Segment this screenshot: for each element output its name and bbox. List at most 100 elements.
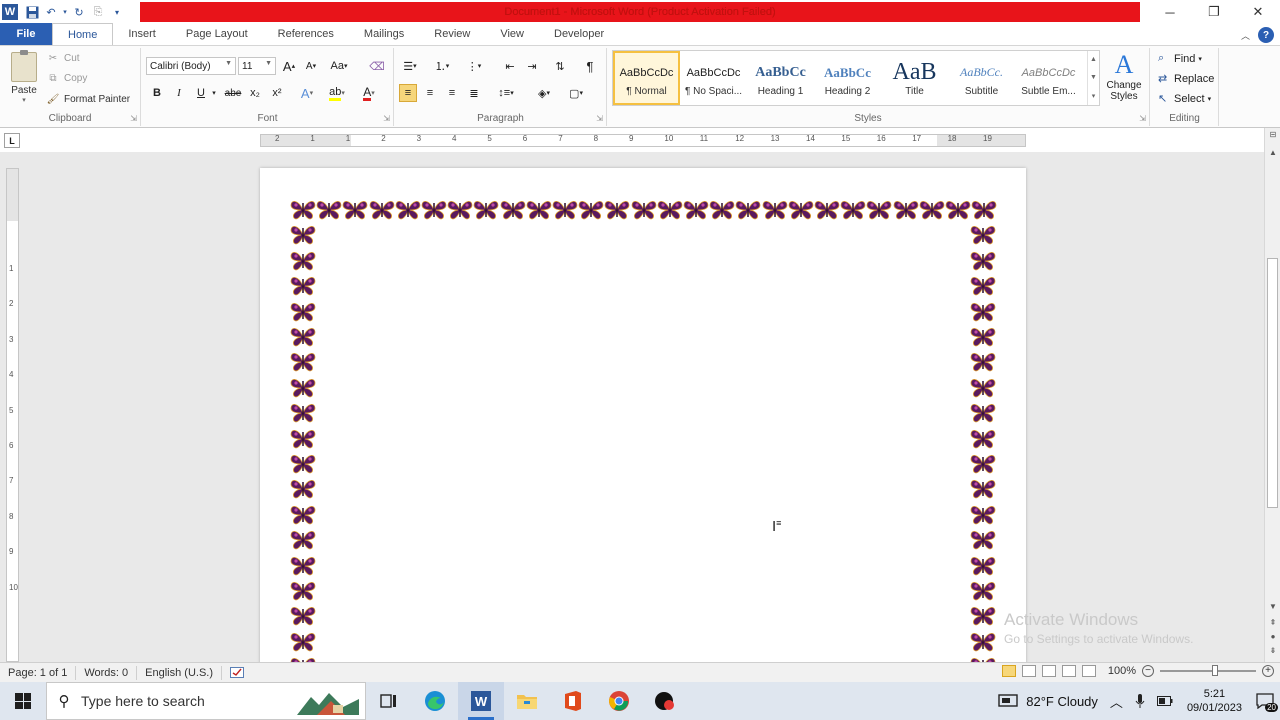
vertical-scrollbar[interactable]: ⊟ ▲ ▼ ⇞ ● ⇟ [1264, 128, 1280, 662]
style-normal[interactable]: AaBbCcDc ¶ Normal [613, 51, 680, 105]
select-button[interactable]: ↖ Select ▾ [1158, 92, 1211, 106]
underline-dropdown-icon[interactable]: ▾ [210, 84, 218, 102]
zoom-slider-thumb[interactable] [1212, 665, 1218, 676]
undo-dropdown-icon[interactable]: ▾ [62, 4, 68, 20]
edge-browser-icon[interactable] [412, 682, 458, 720]
scroll-down-icon[interactable]: ▼ [1265, 602, 1280, 611]
tab-view[interactable]: View [485, 23, 539, 45]
tab-file[interactable]: File [0, 23, 52, 45]
tab-page-layout[interactable]: Page Layout [171, 23, 263, 45]
change-styles-button[interactable]: A Change Styles [1103, 50, 1145, 106]
styles-launcher-icon[interactable]: ⇲ [1139, 114, 1146, 123]
word-taskbar-icon[interactable]: W [458, 682, 504, 720]
shrink-font-button[interactable]: A ▾ [302, 57, 320, 75]
tab-stop-selector[interactable]: L [4, 133, 20, 148]
scroll-up-icon[interactable]: ▲ [1265, 148, 1280, 157]
find-button[interactable]: ⌕ Find ▾ [1158, 52, 1202, 65]
highlight-color-icon[interactable]: ab ▾ [328, 84, 346, 102]
cut-button[interactable]: ✂ Cut [46, 53, 80, 64]
styles-gallery-scroll[interactable]: ▲ ▼ ▾ [1087, 51, 1099, 105]
close-button[interactable]: ✕ [1236, 0, 1280, 24]
page-count[interactable]: Page: 1 of 1 [0, 665, 77, 680]
style-title[interactable]: AaB Title [881, 51, 948, 105]
print-layout-view-icon[interactable] [1001, 665, 1016, 677]
align-right-icon[interactable]: ≡ [443, 84, 461, 102]
justify-icon[interactable]: ≣ [465, 84, 483, 102]
subscript-button[interactable]: x₂ [246, 84, 264, 102]
show-hidden-icons-icon[interactable]: ︿ [1104, 692, 1129, 711]
vertical-ruler[interactable]: 1 2 3 4 5 6 7 8 9 10 [6, 168, 19, 662]
scroll-up-icon[interactable]: ▲ [1090, 56, 1097, 63]
notification-center-icon[interactable]: 20 [1250, 682, 1280, 720]
restore-button[interactable]: ❐ [1192, 0, 1236, 24]
start-button[interactable] [0, 682, 46, 720]
format-painter-button[interactable]: 🖌 Format Painter [46, 94, 131, 105]
paragraph-launcher-icon[interactable]: ⇲ [596, 114, 603, 123]
web-layout-icon[interactable] [1041, 665, 1056, 677]
replace-button[interactable]: ⇄ Replace [1158, 72, 1214, 86]
customize-qat-icon[interactable]: ▾ [109, 4, 125, 20]
italic-button[interactable]: I [170, 84, 188, 102]
copy-button[interactable]: ⧉ Copy [46, 73, 87, 84]
undo-icon[interactable]: ↶ [43, 4, 59, 20]
paste-button[interactable]: Paste ▾ [6, 50, 42, 106]
draft-view-icon[interactable] [1081, 665, 1096, 677]
align-left-icon[interactable]: ≡ [399, 84, 417, 102]
minimize-button[interactable]: ─ [1148, 0, 1192, 24]
taskbar-search-box[interactable]: ⚲ Type here to search [46, 682, 366, 720]
zoom-in-icon[interactable]: + [1262, 665, 1274, 677]
word-count[interactable]: Words: 0 [76, 665, 138, 680]
more-styles-icon[interactable]: ▾ [1092, 92, 1096, 100]
horizontal-ruler[interactable]: 2 1 1 2 3 4 5 6 7 8 9 10 11 12 13 14 15 16 17 18 19 [260, 134, 1026, 147]
font-size-select[interactable]: 11 ▼ [238, 57, 276, 75]
increase-indent-icon[interactable]: ⇥ [523, 57, 541, 75]
minimize-ribbon-icon[interactable]: ︿ [1241, 29, 1250, 42]
tab-developer[interactable]: Developer [539, 23, 619, 45]
text-effects-icon[interactable]: A ▾ [298, 84, 316, 102]
numbering-icon[interactable]: ⒈ ▾ [433, 57, 451, 75]
clear-formatting-icon[interactable]: ⌫ [368, 57, 386, 75]
sort-icon[interactable]: ⇅ [551, 57, 569, 75]
bold-button[interactable]: B [148, 84, 166, 102]
style-subtitle[interactable]: AaBbCc. Subtitle [948, 51, 1015, 105]
clipboard-launcher-icon[interactable]: ⇲ [130, 114, 137, 123]
style-no-spacing[interactable]: AaBbCcDc ¶ No Spaci... [680, 51, 747, 105]
document-page[interactable] [260, 168, 1026, 662]
battery-icon[interactable] [1151, 696, 1179, 706]
language-indicator[interactable]: English (U.S.) [137, 665, 222, 680]
decrease-indent-icon[interactable]: ⇤ [501, 57, 519, 75]
redo-icon[interactable]: ↻ [71, 4, 87, 20]
strikethrough-button[interactable]: abe [224, 84, 242, 102]
microphone-icon[interactable] [1129, 693, 1151, 709]
recorder-app-icon[interactable] [642, 682, 688, 720]
style-heading-2[interactable]: AaBbCc Heading 2 [814, 51, 881, 105]
office-icon[interactable] [550, 682, 596, 720]
previous-page-icon[interactable]: ⇞ [1265, 618, 1280, 627]
tab-references[interactable]: References [263, 23, 349, 45]
tab-home[interactable]: Home [52, 23, 114, 45]
weather-widget[interactable]: 82°F Cloudy [992, 693, 1104, 709]
browse-object-icon[interactable]: ● [1265, 632, 1280, 641]
chrome-browser-icon[interactable] [596, 682, 642, 720]
outline-view-icon[interactable] [1061, 665, 1076, 677]
zoom-level[interactable]: 100% [1108, 665, 1136, 677]
grow-font-button[interactable]: A ▴ [280, 57, 298, 75]
bullets-icon[interactable]: ☰ ▾ [401, 57, 419, 75]
align-center-icon[interactable]: ≡ [421, 84, 439, 102]
next-page-icon[interactable]: ⇟ [1265, 646, 1280, 655]
font-launcher-icon[interactable]: ⇲ [383, 114, 390, 123]
scroll-down-icon[interactable]: ▼ [1090, 74, 1097, 81]
font-name-select[interactable]: Calibri (Body) ▼ [146, 57, 236, 75]
style-subtle-emphasis[interactable]: AaBbCcDc Subtle Em... [1015, 51, 1082, 105]
underline-button[interactable]: U [192, 84, 210, 102]
zoom-out-icon[interactable]: − [1142, 665, 1154, 677]
shading-icon[interactable]: ◈ ▾ [535, 84, 553, 102]
multilevel-list-icon[interactable]: ⋮ ▾ [465, 57, 483, 75]
font-color-icon[interactable]: A ▾ [360, 84, 378, 102]
proofing-icon[interactable] [222, 666, 252, 680]
word-app-icon[interactable]: W [2, 4, 18, 20]
change-case-button[interactable]: Aa ▾ [330, 57, 348, 75]
view-ruler-icon[interactable]: ⊟ [1265, 130, 1280, 139]
scrollbar-thumb[interactable] [1267, 258, 1278, 508]
paste-dropdown-icon[interactable]: ▾ [22, 96, 26, 104]
